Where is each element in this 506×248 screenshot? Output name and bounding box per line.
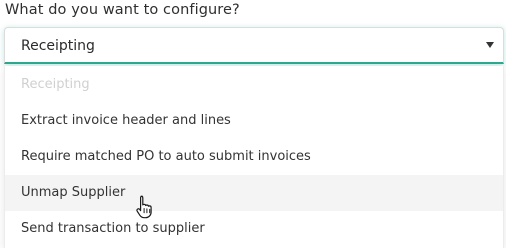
configure-question-label: What do you want to configure?	[5, 2, 240, 18]
option-extract-invoice-header-and-lines[interactable]: Extract invoice header and lines	[5, 103, 503, 139]
caret-down-icon[interactable]	[486, 42, 494, 48]
option-receipting: Receipting	[21, 77, 90, 92]
configure-panel: What do you want to configure? Receiptin…	[0, 0, 506, 248]
option-require-matched-po[interactable]: Require matched PO to auto submit invoic…	[5, 139, 503, 175]
configure-select[interactable]: Receipting	[4, 27, 504, 64]
hand-pointer-icon	[136, 195, 152, 219]
configure-options-menu: Receipting Extract invoice header and li…	[4, 66, 504, 248]
option-send-transaction-to-supplier[interactable]: Send transaction to supplier	[5, 211, 503, 247]
select-current-value: Receipting	[21, 38, 95, 54]
option-unmap-supplier[interactable]: Unmap Supplier	[5, 175, 503, 211]
